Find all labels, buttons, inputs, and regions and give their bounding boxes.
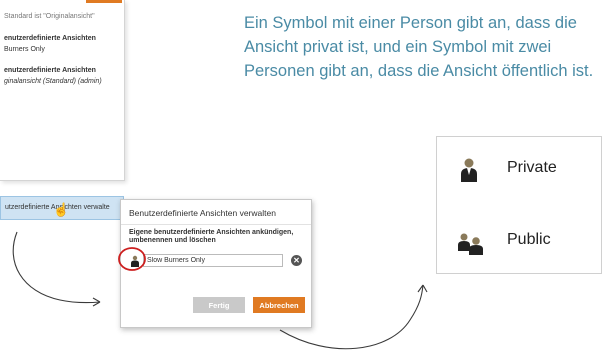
- done-button[interactable]: Fertig: [193, 297, 245, 313]
- legend-private-row: Private: [437, 151, 601, 191]
- view-name-input[interactable]: [143, 254, 283, 267]
- view-item-slow-burners[interactable]: Burners Only: [4, 46, 45, 53]
- dialog-description: Eigene benutzerdefinierte Ansichten ankü…: [129, 229, 294, 244]
- default-view-note: Standard ist "Originalansicht": [4, 13, 95, 20]
- dialog-header: Benutzerdefinierte Ansichten verwalten: [121, 200, 311, 225]
- arrow-manage-to-dialog-head: [92, 297, 101, 307]
- manage-custom-views-item[interactable]: utzerdefinierte Ansichten verwalte ☝: [0, 196, 124, 220]
- arrow-dialog-to-legend-head: [417, 284, 428, 293]
- manage-views-dialog: Benutzerdefinierte Ansichten verwalten E…: [120, 199, 312, 328]
- hand-cursor-icon: ☝: [53, 202, 70, 217]
- view-item-original[interactable]: ginalansicht (Standard) (admin): [4, 78, 102, 85]
- single-person-icon: [461, 158, 477, 182]
- icon-legend: Private Public: [436, 136, 602, 274]
- group-header-custom-views-2: enutzerdefinierte Ansichten: [4, 67, 96, 74]
- views-dropdown-panel: Standard ist "Originalansicht" enutzerde…: [0, 0, 125, 181]
- orange-tab-edge: [86, 0, 122, 3]
- group-header-custom-views: enutzerdefinierte Ansichten: [4, 35, 96, 42]
- explanation-text: Ein Symbol mit einer Person gibt an, das…: [244, 14, 594, 80]
- legend-public-row: Public: [437, 223, 601, 263]
- cancel-button[interactable]: Abbrechen: [253, 297, 305, 313]
- two-persons-icon: [458, 233, 483, 255]
- private-view-icon: [131, 255, 139, 267]
- dialog-title: Benutzerdefinierte Ansichten verwalten: [129, 208, 276, 218]
- legend-public-label: Public: [507, 231, 551, 248]
- arrow-manage-to-dialog: [12, 231, 101, 304]
- delete-view-icon[interactable]: ✕: [291, 255, 302, 266]
- legend-private-label: Private: [507, 159, 557, 176]
